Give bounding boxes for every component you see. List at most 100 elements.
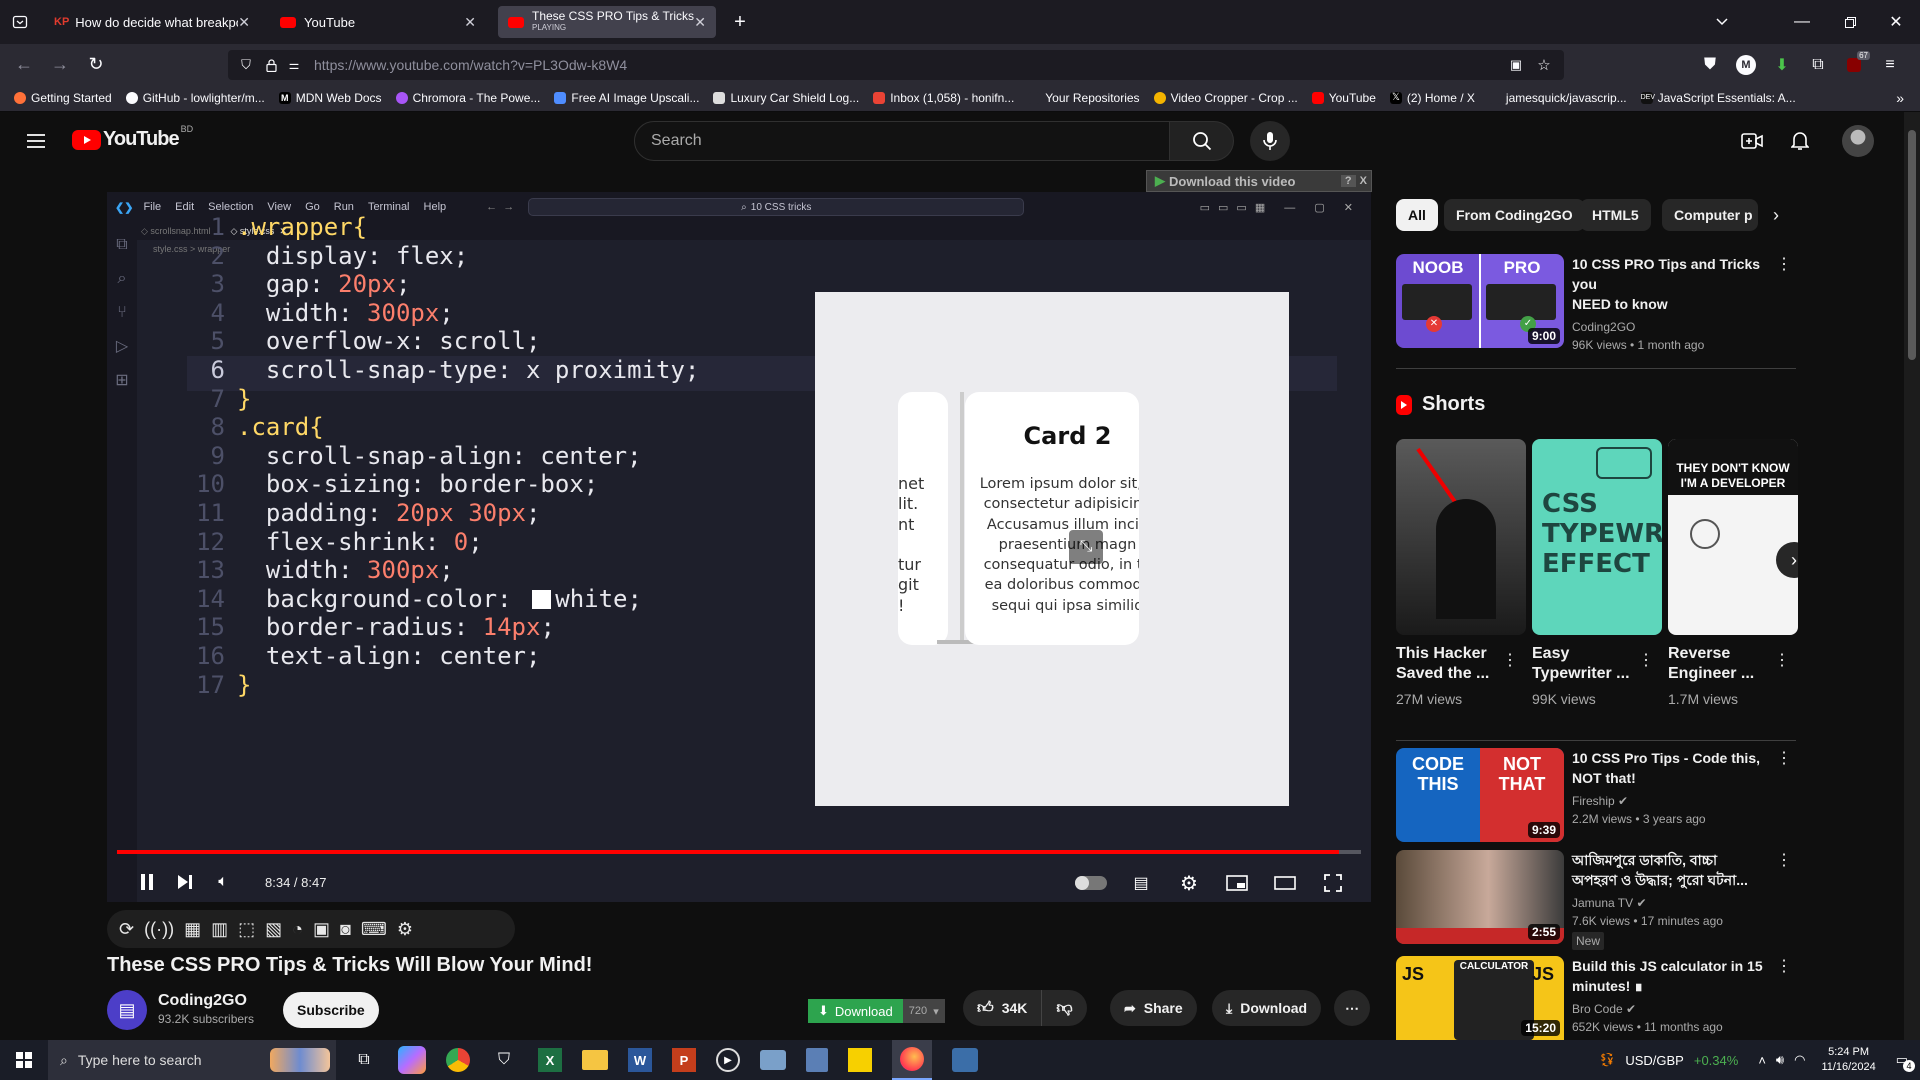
calculator-icon[interactable]	[806, 1048, 828, 1072]
chip-all[interactable]: All	[1396, 199, 1438, 231]
bookmark-item[interactable]: Your Repositories	[1028, 91, 1140, 105]
more-bookmarks-icon[interactable]: »	[1896, 90, 1904, 106]
extension-settings-icon[interactable]: ⚙	[397, 919, 413, 940]
tab-breakpoints[interactable]: KP How do decide what breakpoin ✕	[44, 6, 260, 38]
hamburger-menu-icon[interactable]	[24, 129, 48, 153]
video-title-line[interactable]: Build this JS calculator in 15	[1572, 956, 1782, 976]
video-thumbnail[interactable]: 2:55	[1396, 850, 1564, 944]
chip-computer[interactable]: Computer p	[1662, 199, 1758, 231]
channel-avatar[interactable]: ▤	[107, 990, 147, 1030]
volume-icon[interactable]: 🔈︎	[211, 870, 235, 894]
bookmark-item[interactable]: Getting Started	[14, 91, 112, 105]
miniplayer-icon[interactable]	[1223, 871, 1251, 895]
more-vertical-icon[interactable]: ⋮	[1774, 650, 1790, 670]
menu-icon[interactable]: ≡	[1880, 56, 1900, 74]
theater-mode-icon[interactable]	[1271, 871, 1299, 895]
url-bar[interactable]: ⛉ ⚌ https://www.youtube.com/watch?v=PL3O…	[228, 50, 1564, 80]
close-banner-icon[interactable]: X	[1360, 175, 1367, 187]
bookmark-item[interactable]: Chromora - The Powe...	[395, 91, 540, 105]
remote-desktop-icon[interactable]	[760, 1050, 786, 1070]
lock-icon[interactable]	[264, 58, 278, 72]
search-button[interactable]	[1170, 121, 1234, 161]
notifications-bell-icon[interactable]	[1788, 129, 1812, 153]
short-title[interactable]: This Hacker	[1396, 644, 1508, 664]
bookmark-item[interactable]: jamesquick/javascrip...	[1488, 91, 1627, 105]
dislike-button[interactable]: 👎︎	[1042, 990, 1086, 1026]
video-title-line[interactable]: minutes! ∎	[1572, 976, 1782, 996]
file-explorer-icon[interactable]	[582, 1050, 608, 1070]
more-vertical-icon[interactable]: ⋮	[1776, 850, 1792, 870]
picture-in-picture-icon[interactable]: ▣	[1506, 57, 1526, 73]
video-thumbnail[interactable]: JS CALCULATOR JS 15:20	[1396, 956, 1564, 1040]
fullscreen-preview-icon[interactable]: ⤡	[1069, 530, 1103, 564]
chrome-icon[interactable]	[446, 1048, 470, 1072]
tab-youtube[interactable]: YouTube ✕	[270, 6, 486, 38]
stock-name[interactable]: USD/GBP	[1625, 1053, 1684, 1068]
short-thumbnail[interactable]: THEY DON'T KNOW I'M A DEVELOPER ›	[1668, 439, 1798, 635]
video-channel[interactable]: Jamuna TV	[1572, 896, 1633, 910]
task-view-icon[interactable]: ⧉	[350, 1051, 378, 1069]
video-channel[interactable]: Bro Code	[1572, 1002, 1623, 1016]
forward-icon[interactable]: →	[48, 52, 72, 76]
video-thumbnail[interactable]: CODE THIS NOT THAT 9:39	[1396, 748, 1564, 842]
wifi-icon[interactable]: ◠	[1794, 1052, 1805, 1068]
powerpoint-icon[interactable]: P	[672, 1048, 696, 1072]
permissions-icon[interactable]: ⚌	[286, 58, 302, 72]
speaker-icon[interactable]: 🔊︎	[1776, 1052, 1784, 1068]
back-icon[interactable]: ←	[12, 52, 36, 76]
keyboard-icon[interactable]: ⌨	[361, 919, 387, 940]
search-input[interactable]: Search	[634, 121, 1170, 161]
chevron-up-icon[interactable]: ˄	[1758, 1053, 1766, 1068]
share-button[interactable]: ➦ Share	[1110, 990, 1197, 1026]
video-title-line[interactable]: 10 CSS Pro Tips - Code this,	[1572, 748, 1782, 768]
progress-bar[interactable]	[117, 850, 1361, 854]
more-vertical-icon[interactable]: ⋮	[1776, 254, 1792, 274]
dotted-frame-icon[interactable]: ▧	[265, 919, 282, 940]
url-text[interactable]: https://www.youtube.com/watch?v=PL3Odw-k…	[314, 57, 627, 73]
windows-start-icon[interactable]	[0, 1040, 48, 1080]
close-window-icon[interactable]: ✕	[1884, 10, 1908, 34]
more-vertical-icon[interactable]: ⋮	[1638, 650, 1654, 670]
short-title[interactable]: Engineer ...	[1668, 664, 1780, 684]
quality-select[interactable]: 720 ▾	[902, 999, 945, 1023]
speed-icon[interactable]: ◔	[292, 919, 303, 940]
new-tab-icon[interactable]: +	[728, 10, 752, 34]
copilot-icon[interactable]	[398, 1046, 426, 1074]
bookmark-item[interactable]: M MDN Web Docs	[278, 91, 382, 105]
chevron-right-icon[interactable]: ›	[1776, 542, 1798, 578]
subscribe-button[interactable]: Subscribe	[283, 992, 379, 1028]
green-download-button[interactable]: ⬇ Download	[808, 999, 903, 1023]
user-avatar[interactable]	[1842, 125, 1874, 157]
tab-css-pro-tips[interactable]: These CSS PRO Tips & Tricks W PLAYING ✕	[498, 6, 716, 38]
ai-enhance-icon[interactable]: ▣	[313, 919, 330, 940]
video-title-line[interactable]: NEED to know	[1572, 294, 1782, 314]
bookmark-item[interactable]: Video Cropper - Crop ...	[1153, 91, 1298, 105]
video-player[interactable]: ❮❯ File Edit Selection View Go Run Termi…	[107, 192, 1371, 902]
settings-gear-icon[interactable]: ⚙	[1175, 871, 1203, 895]
loop-icon[interactable]: ⟳	[119, 919, 134, 940]
bookmark-item[interactable]: 𝕏 (2) Home / X	[1389, 91, 1475, 105]
shield-icon[interactable]: ⛉	[238, 57, 254, 73]
account-m-icon[interactable]: M	[1736, 55, 1756, 75]
youtube-logo[interactable]: YouTube BD	[72, 124, 193, 151]
page-scrollbar[interactable]	[1904, 112, 1920, 1040]
bookmark-item[interactable]: DEV JavaScript Essentials: A...	[1640, 91, 1796, 105]
download-video-banner[interactable]: ▶ Download this video ? X	[1146, 170, 1372, 192]
short-thumbnail[interactable]	[1396, 439, 1526, 635]
short-title[interactable]: Saved the ...	[1396, 664, 1508, 684]
bookmark-item[interactable]: YouTube	[1311, 91, 1376, 105]
video-title-line[interactable]: 10 CSS PRO Tips and Tricks you	[1572, 254, 1782, 294]
clapper-icon[interactable]: ▥	[211, 919, 228, 940]
short-title[interactable]: Easy	[1532, 644, 1644, 664]
close-icon[interactable]: ✕	[238, 14, 250, 31]
autoplay-toggle[interactable]	[1075, 876, 1107, 890]
create-video-icon[interactable]	[1740, 129, 1764, 153]
notification-center-icon[interactable]: ▭ 4	[1896, 1052, 1915, 1072]
short-title[interactable]: Typewriter ...	[1532, 664, 1644, 684]
bookmark-item[interactable]: Inbox (1,058) - honifn...	[873, 91, 1014, 105]
tab-list-icon[interactable]	[8, 12, 32, 32]
subtitles-icon[interactable]: ▤	[1127, 871, 1155, 895]
list-all-tabs-icon[interactable]	[1710, 12, 1734, 32]
fullscreen-icon[interactable]	[1319, 871, 1347, 895]
video-thumbnail[interactable]: NOOB PRO ✕ ✓ 9:00	[1396, 254, 1564, 348]
